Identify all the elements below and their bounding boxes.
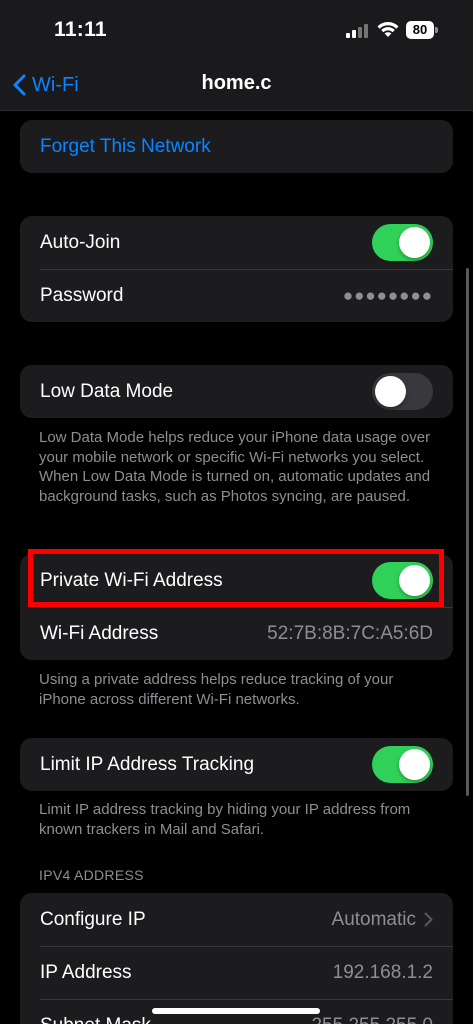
low-data-label: Low Data Mode (40, 380, 174, 402)
battery-icon: 80 (406, 21, 438, 39)
home-indicator[interactable] (152, 1008, 320, 1014)
wifi-address-row: Wi-Fi Address 52:7B:8B:7C:A5:6D (20, 607, 453, 660)
nav-bar: Wi-Fi home.c (0, 62, 473, 111)
low-data-row: Low Data Mode (20, 365, 453, 418)
ip-address-row: IP Address 192.168.1.2 (20, 946, 453, 999)
password-row[interactable]: Password ●●●●●●●● (20, 269, 453, 322)
auto-join-toggle[interactable] (372, 224, 433, 261)
limit-ip-footnote: Limit IP address tracking by hiding your… (39, 801, 411, 838)
forget-network-label: Forget This Network (40, 135, 211, 157)
configure-ip-value: Automatic (331, 908, 416, 930)
forget-group: Forget This Network (20, 120, 453, 173)
limit-ip-label: Limit IP Address Tracking (40, 753, 255, 775)
status-time: 11:11 (54, 18, 107, 41)
private-address-row: Private Wi-Fi Address (20, 554, 453, 607)
forget-network-button[interactable]: Forget This Network (20, 120, 453, 173)
password-label: Password (40, 284, 124, 306)
wifi-address-label: Wi-Fi Address (40, 622, 159, 644)
ip-address-label: IP Address (40, 961, 132, 983)
subnet-mask-value: 255.255.255.0 (311, 1015, 433, 1024)
join-group: Auto-Join Password ●●●●●●●● (20, 216, 453, 322)
private-address-footnote: Using a private address helps reduce tra… (39, 671, 394, 708)
auto-join-label: Auto-Join (40, 231, 121, 253)
ip-address-value: 192.168.1.2 (332, 961, 433, 983)
ipv4-group: Configure IP Automatic IP Address 192.16… (20, 893, 453, 1024)
private-address-toggle[interactable] (372, 562, 433, 599)
wifi-icon (377, 22, 399, 37)
low-data-footnote: Low Data Mode helps reduce your iPhone d… (39, 429, 431, 505)
configure-ip-row[interactable]: Configure IP Automatic (20, 893, 453, 946)
private-address-group: Private Wi-Fi Address Wi-Fi Address 52:7… (20, 554, 453, 660)
wifi-address-value: 52:7B:8B:7C:A5:6D (267, 622, 433, 644)
status-bar: 11:11 80 (0, 0, 473, 62)
private-address-label: Private Wi-Fi Address (40, 569, 223, 591)
chevron-right-icon (424, 912, 433, 927)
configure-ip-label: Configure IP (40, 908, 146, 930)
auto-join-row: Auto-Join (20, 216, 453, 269)
page-title: home.c (201, 72, 272, 94)
limit-ip-toggle[interactable] (372, 746, 433, 783)
limit-ip-group: Limit IP Address Tracking (20, 738, 453, 791)
battery-level: 80 (406, 21, 434, 39)
signal-bars-icon (346, 24, 370, 38)
low-data-toggle[interactable] (372, 373, 433, 410)
password-value: ●●●●●●●● (342, 285, 433, 305)
screen: 11:11 80 Wi-Fi home.c Forget This Networ… (0, 0, 473, 1024)
low-data-group: Low Data Mode (20, 365, 453, 418)
subnet-mask-label: Subnet Mask (40, 1015, 311, 1024)
limit-ip-row: Limit IP Address Tracking (20, 738, 453, 791)
ipv4-section-header: IPV4 ADDRESS (39, 867, 144, 883)
scroll-indicator[interactable] (466, 268, 469, 796)
